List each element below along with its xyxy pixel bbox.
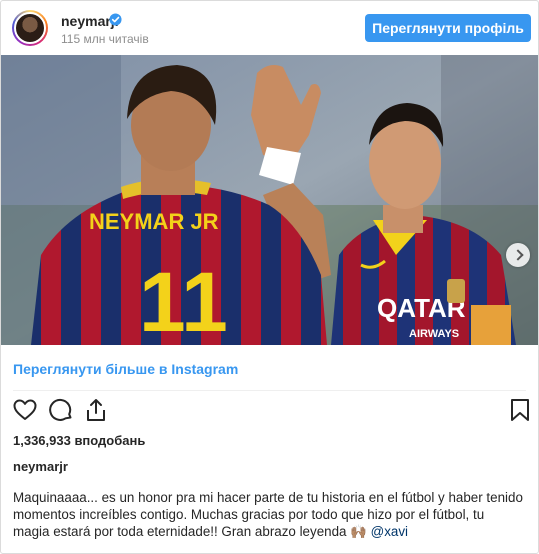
divider (13, 390, 526, 391)
mention-link[interactable]: @xavi (371, 524, 408, 539)
verified-badge-icon (109, 13, 122, 26)
jersey-number: 11 (139, 255, 228, 345)
avatar[interactable] (12, 10, 48, 46)
heart-icon[interactable] (12, 397, 38, 423)
instagram-embed: neymarjr 115 млн читачів Переглянути про… (0, 0, 539, 554)
post-header: neymarjr 115 млн читачів Переглянути про… (1, 1, 538, 55)
follower-count: 115 млн читачів (61, 32, 149, 46)
chevron-right-icon[interactable] (506, 243, 530, 267)
post-caption: Maquinaaaa... es un honor pra mi hacer p… (13, 489, 523, 540)
comment-icon[interactable] (48, 397, 74, 423)
share-icon[interactable] (83, 397, 109, 423)
jersey-name: NEYMAR JR (89, 209, 219, 234)
like-count[interactable]: 1,336,933 вподобань (13, 433, 145, 448)
avatar-image (14, 12, 46, 44)
view-more-link[interactable]: Переглянути більше в Instagram (13, 361, 238, 377)
caption-username[interactable]: neymarjr (13, 459, 68, 474)
photo-illustration: QATAR AIRWAYS NEYMAR JR 11 (1, 55, 538, 345)
bookmark-icon[interactable] (507, 397, 533, 423)
view-profile-button[interactable]: Переглянути профіль (365, 14, 531, 42)
sponsor-sub-text: AIRWAYS (409, 328, 459, 340)
post-photo[interactable]: QATAR AIRWAYS NEYMAR JR 11 (1, 55, 538, 345)
caption-text: Maquinaaaa... es un honor pra mi hacer p… (13, 490, 523, 539)
